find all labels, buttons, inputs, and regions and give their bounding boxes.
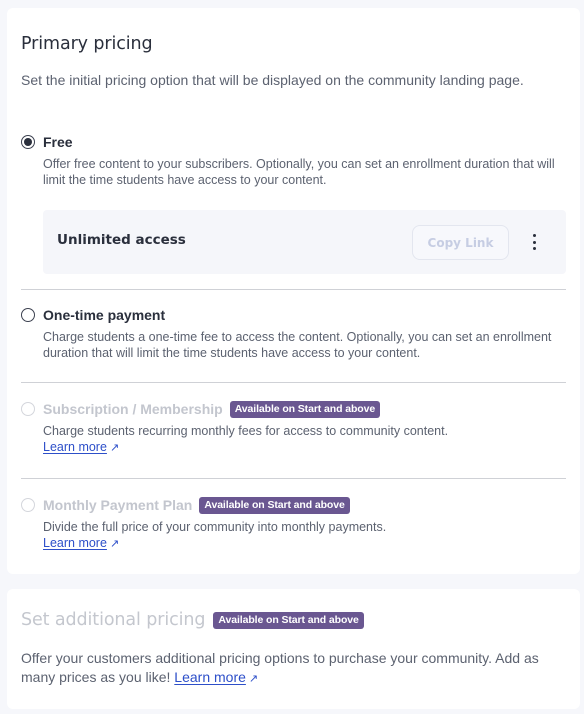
plan-badge: Available on Start and above <box>213 611 364 629</box>
external-link-icon: ↗ <box>109 538 120 550</box>
access-title: Unlimited access <box>57 232 186 248</box>
option-label-monthly-plan: Monthly Payment Plan <box>43 497 193 513</box>
option-label-subscription: Subscription / Membership <box>43 401 223 417</box>
radio-one-time[interactable] <box>21 308 35 322</box>
divider <box>21 382 566 383</box>
divider <box>21 289 566 290</box>
learn-more-link[interactable]: Learn more <box>43 440 107 454</box>
kebab-vertical-icon[interactable] <box>528 234 540 250</box>
option-one-time: One-time payment Charge students a one-t… <box>21 305 566 361</box>
external-link-icon: ↗ <box>109 442 120 454</box>
radio-monthly-plan <box>21 498 35 512</box>
plan-badge: Available on Start and above <box>229 400 381 418</box>
additional-pricing-title: Set additional pricing <box>21 610 206 630</box>
option-description-free: Offer free content to your subscribers. … <box>43 157 555 187</box>
option-description-subscription: Charge students recurring monthly fees f… <box>43 423 566 456</box>
primary-pricing-title: Primary pricing <box>21 34 153 54</box>
primary-pricing-description: Set the initial pricing option that will… <box>21 72 524 88</box>
additional-pricing-header: Set additional pricing Available on Star… <box>21 610 364 630</box>
description-text: Offer your customers additional pricing … <box>21 650 539 685</box>
option-free: Free Offer free content to your subscrib… <box>21 132 566 188</box>
copy-link-button[interactable]: Copy Link <box>412 225 509 260</box>
external-link-icon: ↗ <box>248 673 259 685</box>
primary-pricing-card: Primary pricing Set the initial pricing … <box>7 8 580 574</box>
additional-pricing-description: Offer your customers additional pricing … <box>21 649 556 689</box>
option-label-free[interactable]: Free <box>43 134 73 150</box>
option-subscription: Subscription / Membership Available on S… <box>21 399 566 456</box>
description-text: Charge students recurring monthly fees f… <box>43 424 449 438</box>
radio-subscription <box>21 402 35 416</box>
description-text: Divide the full price of your community … <box>43 520 387 534</box>
radio-free[interactable] <box>21 135 35 149</box>
option-label-one-time[interactable]: One-time payment <box>43 307 165 323</box>
option-description-one-time: Charge students a one-time fee to access… <box>43 330 552 360</box>
option-monthly-plan: Monthly Payment Plan Available on Start … <box>21 495 566 552</box>
learn-more-link[interactable]: Learn more <box>174 669 246 685</box>
learn-more-link[interactable]: Learn more <box>43 536 107 550</box>
divider <box>21 478 566 479</box>
unlimited-access-panel: Unlimited access Copy Link <box>43 210 566 274</box>
plan-badge: Available on Start and above <box>199 496 350 514</box>
option-description-monthly-plan: Divide the full price of your community … <box>43 519 566 552</box>
additional-pricing-card: Set additional pricing Available on Star… <box>7 589 580 709</box>
